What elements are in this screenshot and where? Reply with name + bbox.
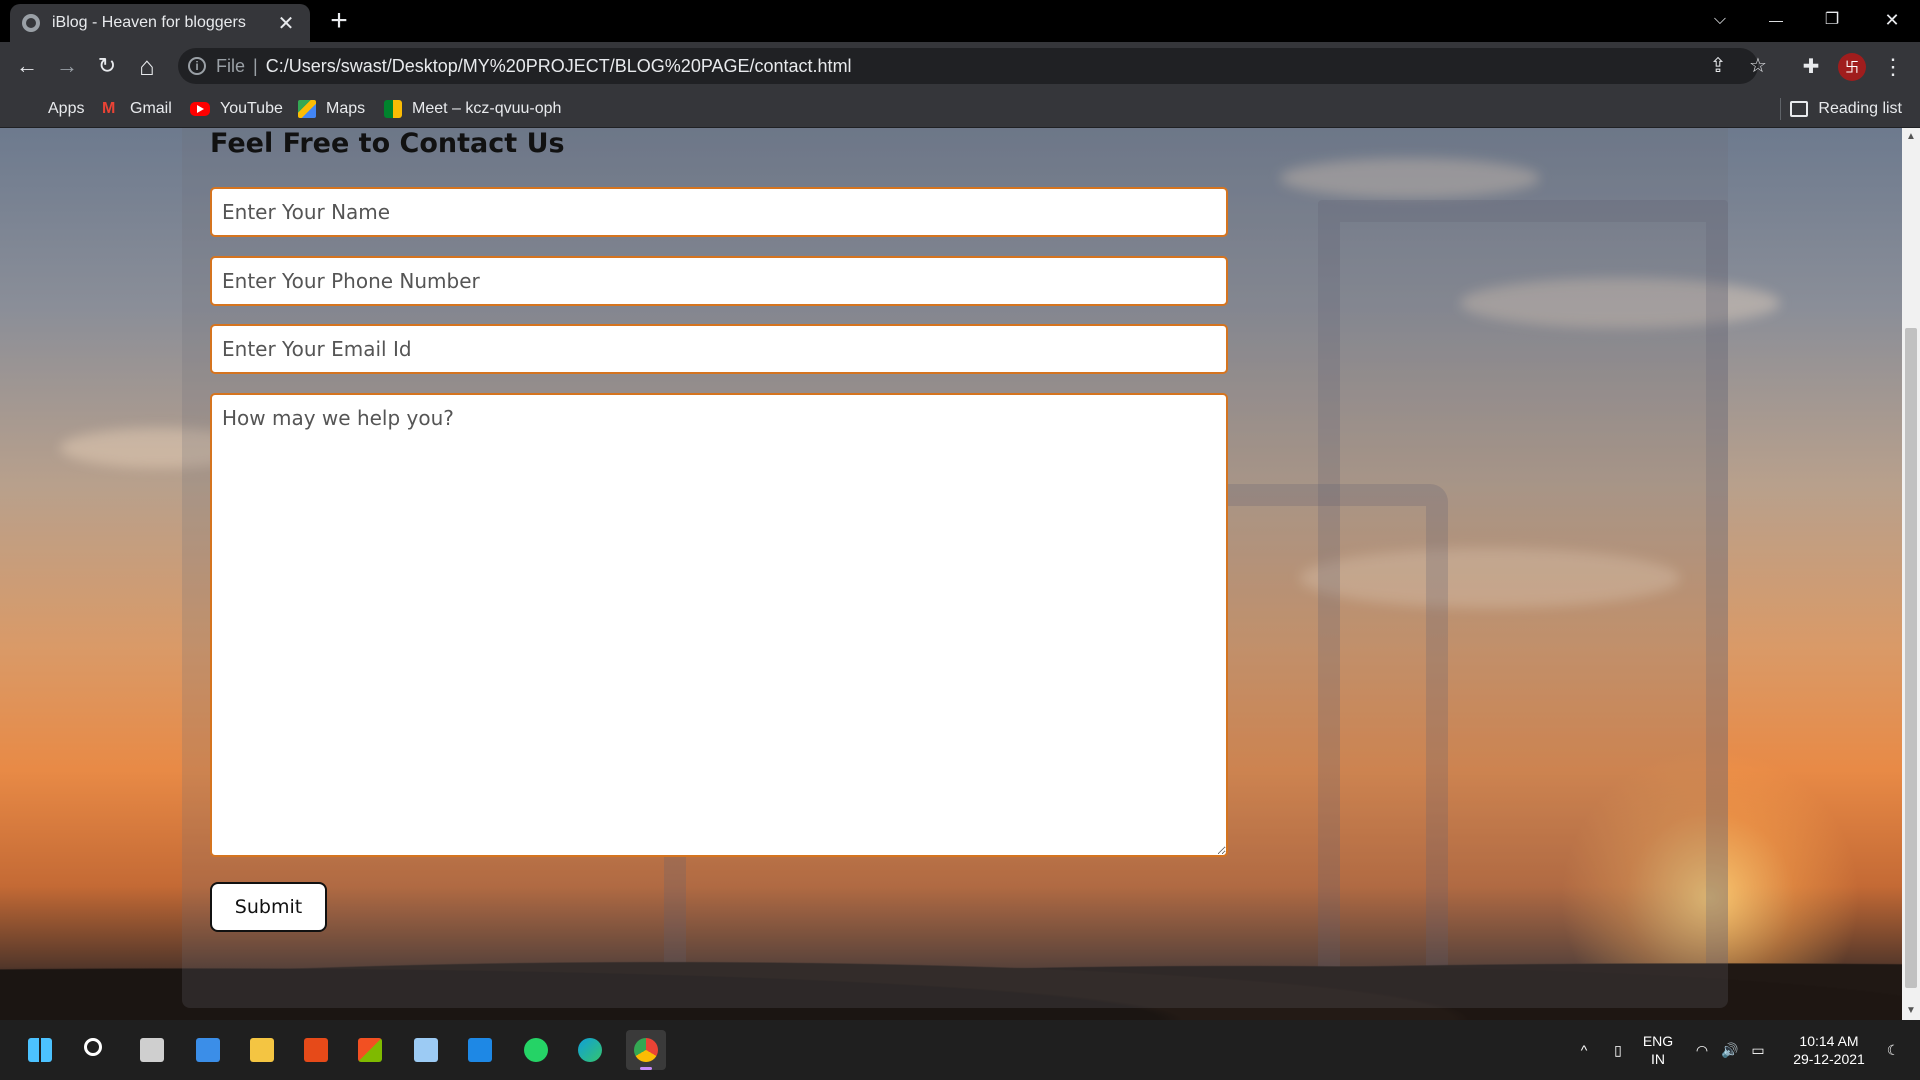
- task-view-icon: [140, 1038, 164, 1062]
- page-title: Feel Free to Contact Us: [210, 128, 565, 159]
- home-button[interactable]: ⌂: [130, 50, 164, 84]
- reading-list-label: Reading list: [1818, 100, 1902, 117]
- clock[interactable]: 10:14 AM 29-12-2021: [1780, 1020, 1878, 1080]
- bookmark-label: Gmail: [130, 100, 172, 117]
- active-app-indicator: [640, 1067, 652, 1070]
- widgets-icon: [196, 1038, 220, 1062]
- monitor-icon: [414, 1038, 438, 1062]
- name-input[interactable]: [210, 187, 1228, 237]
- battery-icon[interactable]: ▭: [1746, 1020, 1770, 1080]
- chrome-icon: [634, 1038, 658, 1062]
- wifi-icon[interactable]: ◠: [1690, 1020, 1714, 1080]
- menu-kebab-icon[interactable]: ⋮: [1876, 50, 1910, 84]
- whatsapp-button[interactable]: [516, 1030, 556, 1070]
- windows-logo-icon: [28, 1038, 52, 1062]
- browser-title-bar: iBlog - Heaven for bloggers ✕ + ⌵ — ❐ ✕: [0, 0, 1920, 42]
- office-icon: [304, 1038, 328, 1062]
- reading-list-icon: [1790, 101, 1809, 117]
- notifications-icon[interactable]: ☾: [1880, 1020, 1906, 1080]
- meet-icon: [384, 100, 402, 118]
- back-button[interactable]: ←: [10, 50, 44, 84]
- search-button[interactable]: [76, 1030, 116, 1070]
- browser-toolbar: ← → ↻ ⌂ i File | C:/Users/swast/Desktop/…: [0, 42, 1920, 90]
- maps-icon: [298, 100, 316, 118]
- edge-icon: [578, 1038, 602, 1062]
- minimize-button[interactable]: —: [1748, 0, 1804, 42]
- whatsapp-icon: [524, 1038, 548, 1062]
- address-url[interactable]: C:/Users/swast/Desktop/MY%20PROJECT/BLOG…: [266, 56, 852, 77]
- address-bar[interactable]: i File | C:/Users/swast/Desktop/MY%20PRO…: [178, 48, 1767, 84]
- forward-button[interactable]: →: [50, 50, 84, 84]
- scroll-up-arrow-icon[interactable]: ▲: [1902, 128, 1920, 146]
- bookmarks-divider: [1780, 98, 1781, 120]
- store-button[interactable]: [350, 1030, 390, 1070]
- bookmark-youtube[interactable]: YouTube: [190, 90, 283, 128]
- info-icon[interactable]: i: [188, 57, 206, 75]
- tab-close-icon[interactable]: ✕: [274, 11, 298, 36]
- page-scrollbar[interactable]: ▲ ▼: [1902, 128, 1920, 1020]
- email-input[interactable]: [210, 324, 1228, 374]
- bookmark-label: Apps: [48, 100, 85, 117]
- bookmarks-bar: Apps M Gmail YouTube Maps Meet – kcz-qvu…: [0, 90, 1920, 128]
- start-button[interactable]: [20, 1030, 60, 1070]
- globe-icon: [22, 14, 40, 32]
- page-viewport: Feel Free to Contact Us Submit: [0, 128, 1902, 1020]
- clock-time: 10:14 AM: [1799, 1033, 1859, 1049]
- tray-overflow-chevron[interactable]: ^: [1570, 1020, 1598, 1080]
- new-tab-button[interactable]: +: [322, 4, 356, 38]
- extensions-puzzle-icon[interactable]: ✚: [1794, 50, 1828, 84]
- bookmark-maps[interactable]: Maps: [298, 90, 365, 128]
- edge-button[interactable]: [570, 1030, 610, 1070]
- browser-tab-active[interactable]: iBlog - Heaven for bloggers ✕: [10, 4, 310, 42]
- bookmark-label: Meet – kcz-qvuu-oph: [412, 100, 562, 117]
- submit-button[interactable]: Submit: [210, 882, 327, 932]
- file-explorer-button[interactable]: [242, 1030, 282, 1070]
- language-region: IN: [1651, 1051, 1665, 1067]
- scroll-down-arrow-icon[interactable]: ▼: [1902, 1002, 1920, 1020]
- bookmark-gmail[interactable]: M Gmail: [102, 90, 172, 128]
- tab-search-button[interactable]: ⌵: [1692, 0, 1748, 42]
- usb-icon[interactable]: ▯: [1604, 1020, 1632, 1080]
- tab-title: iBlog - Heaven for bloggers: [52, 14, 246, 31]
- mail-button[interactable]: [460, 1030, 500, 1070]
- clock-date: 29-12-2021: [1793, 1051, 1865, 1067]
- youtube-icon: [190, 102, 210, 116]
- address-separator: |: [253, 55, 258, 76]
- bookmark-label: YouTube: [220, 100, 283, 117]
- language-indicator[interactable]: ENG IN: [1638, 1020, 1678, 1080]
- restore-button[interactable]: ❐: [1804, 0, 1860, 42]
- bookmark-apps[interactable]: Apps: [20, 90, 84, 128]
- address-scheme: File: [216, 55, 246, 76]
- reading-list-button[interactable]: Reading list: [1790, 90, 1902, 128]
- office-button[interactable]: [296, 1030, 336, 1070]
- folder-icon: [250, 1038, 274, 1062]
- search-icon: [84, 1038, 102, 1056]
- reload-button[interactable]: ↻: [90, 50, 124, 84]
- volume-icon[interactable]: 🔊: [1718, 1020, 1742, 1080]
- mail-icon: [468, 1038, 492, 1062]
- task-view-button[interactable]: [132, 1030, 172, 1070]
- profile-avatar[interactable]: 卐: [1838, 53, 1866, 81]
- store-icon: [358, 1038, 382, 1062]
- widgets-button[interactable]: [188, 1030, 228, 1070]
- apps-grid-icon: [20, 100, 38, 118]
- message-textarea[interactable]: [210, 393, 1228, 857]
- chrome-button[interactable]: [626, 1030, 666, 1070]
- monitor-app-button[interactable]: [406, 1030, 446, 1070]
- phone-input[interactable]: [210, 256, 1228, 306]
- windows-taskbar: ^ ▯ ENG IN ◠ 🔊 ▭ 10:14 AM 29-12-2021 ☾: [0, 1020, 1920, 1080]
- language-code: ENG: [1642, 1033, 1674, 1049]
- close-window-button[interactable]: ✕: [1864, 0, 1920, 42]
- share-icon[interactable]: ⇪: [1704, 52, 1732, 80]
- gmail-icon: M: [102, 100, 116, 117]
- bookmark-label: Maps: [326, 100, 366, 117]
- bookmark-star-icon[interactable]: ☆: [1744, 52, 1772, 80]
- bookmark-meet[interactable]: Meet – kcz-qvuu-oph: [384, 90, 561, 128]
- scroll-thumb[interactable]: [1905, 328, 1917, 988]
